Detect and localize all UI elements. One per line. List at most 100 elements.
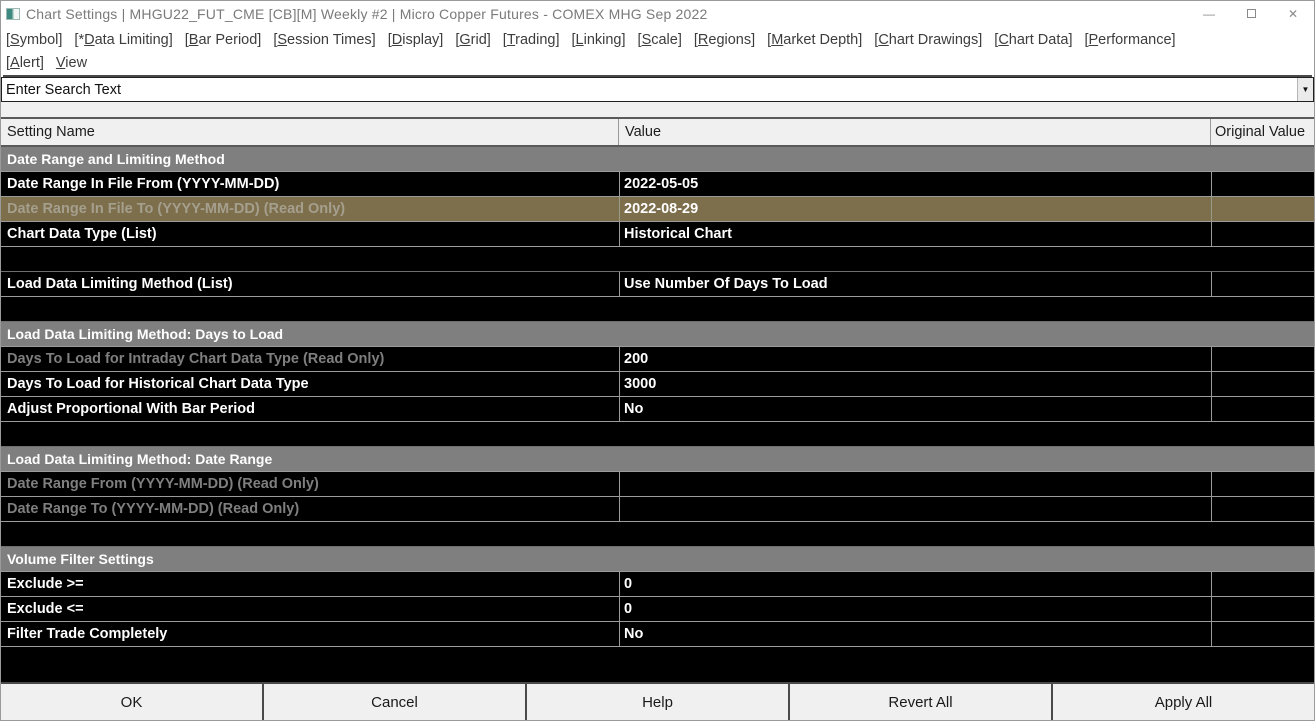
- setting-name-cell: Date Range In File To (YYYY-MM-DD) (Read…: [7, 201, 346, 217]
- setting-name-cell: Exclude >=: [7, 576, 84, 592]
- setting-name-cell: Chart Data Type (List): [7, 226, 157, 242]
- section-header-label: Volume Filter Settings: [7, 551, 154, 567]
- menu-item-chart-data[interactable]: [Chart Data]: [994, 32, 1072, 48]
- setting-value-cell[interactable]: 0: [619, 597, 1211, 621]
- setting-row-exclude[interactable]: Exclude >= 0: [1, 572, 1314, 597]
- chart-settings-window: Chart Settings | MHGU22_FUT_CME [CB][M] …: [0, 0, 1315, 721]
- dialog-button-bar: OK Cancel Help Revert All Apply All: [1, 682, 1314, 720]
- setting-value-cell[interactable]: 2022-08-29: [619, 197, 1211, 221]
- menu-item-performance[interactable]: [Performance]: [1084, 32, 1175, 48]
- search-input[interactable]: [2, 78, 1297, 101]
- menu-item-session-times[interactable]: [Session Times]: [273, 32, 375, 48]
- maximize-icon: [1246, 9, 1256, 18]
- original-value-cell: [1211, 197, 1314, 221]
- setting-row-date-range-in-file-from-yyyy-mm-dd[interactable]: Date Range In File From (YYYY-MM-DD) 2022…: [1, 172, 1314, 197]
- titlebar: Chart Settings | MHGU22_FUT_CME [CB][M] …: [1, 1, 1314, 26]
- setting-row-load-data-limiting-method-list[interactable]: Load Data Limiting Method (List) Use Numb…: [1, 272, 1314, 297]
- setting-value-cell[interactable]: 200: [619, 347, 1211, 371]
- empty-row: [1, 422, 1314, 447]
- setting-name-cell: Days To Load for Historical Chart Data T…: [7, 376, 309, 392]
- setting-value-cell[interactable]: [619, 497, 1211, 521]
- column-header-setting-name: Setting Name: [1, 119, 619, 145]
- setting-row-chart-data-type-list[interactable]: Chart Data Type (List) Historical Chart: [1, 222, 1314, 247]
- menu-item-bar-period[interactable]: [Bar Period]: [185, 32, 262, 48]
- menu-item-linking[interactable]: [Linking]: [572, 32, 626, 48]
- original-value-cell: [1211, 597, 1314, 621]
- setting-name-cell: Load Data Limiting Method (List): [7, 276, 233, 292]
- setting-value-cell[interactable]: No: [619, 622, 1211, 646]
- original-value-cell: [1211, 372, 1314, 396]
- menu-item-grid[interactable]: [Grid]: [455, 32, 490, 48]
- original-value-cell: [1211, 172, 1314, 196]
- menu-item-view[interactable]: View: [56, 55, 87, 71]
- setting-row-date-range-in-file-to-yyyy-mm-dd-read-only[interactable]: Date Range In File To (YYYY-MM-DD) (Read…: [1, 197, 1314, 222]
- setting-name-cell: Date Range In File From (YYYY-MM-DD): [7, 176, 280, 192]
- setting-name-cell: Filter Trade Completely: [7, 626, 168, 642]
- search-dropdown-button[interactable]: ▼: [1297, 78, 1313, 101]
- menu-bar: [Symbol] [*Data Limiting] [Bar Period] [Ses…: [1, 26, 1314, 77]
- menu-item-alert[interactable]: [Alert]: [6, 55, 44, 71]
- help-button[interactable]: Help: [525, 684, 788, 720]
- minimize-icon: —: [1203, 6, 1215, 21]
- menu-item-regions[interactable]: [Regions]: [694, 32, 755, 48]
- app-icon: [6, 7, 20, 20]
- revert-all-button[interactable]: Revert All: [788, 684, 1051, 720]
- setting-row-days-to-load-for-historical-chart-data-type[interactable]: Days To Load for Historical Chart Data T…: [1, 372, 1314, 397]
- menu-item-data-limiting[interactable]: [*Data Limiting]: [74, 32, 172, 48]
- ok-button[interactable]: OK: [1, 684, 262, 720]
- setting-row-date-range-to-yyyy-mm-dd-read-only[interactable]: Date Range To (YYYY-MM-DD) (Read Only): [1, 497, 1314, 522]
- menu-row-2: [Alert] View: [3, 51, 1312, 74]
- original-value-cell: [1211, 397, 1314, 421]
- section-header-label: Date Range and Limiting Method: [7, 151, 225, 167]
- apply-all-button[interactable]: Apply All: [1051, 684, 1314, 720]
- section-header-row-load-data-limiting-method-days-to-load: Load Data Limiting Method: Days to Load: [1, 322, 1314, 347]
- menu-item-display[interactable]: [Display]: [388, 32, 444, 48]
- window-controls: — ✕: [1188, 1, 1314, 26]
- search-combobox: ▼: [1, 77, 1314, 102]
- original-value-cell: [1211, 347, 1314, 371]
- section-header-row-load-data-limiting-method-date-range: Load Data Limiting Method: Date Range: [1, 447, 1314, 472]
- original-value-cell: [1211, 222, 1314, 246]
- setting-row-date-range-from-yyyy-mm-dd-read-only[interactable]: Date Range From (YYYY-MM-DD) (Read Only): [1, 472, 1314, 497]
- setting-name-cell: Date Range From (YYYY-MM-DD) (Read Only): [7, 476, 319, 492]
- setting-row-exclude[interactable]: Exclude <= 0: [1, 597, 1314, 622]
- section-header-row-volume-filter-settings: Volume Filter Settings: [1, 547, 1314, 572]
- setting-row-filter-trade-completely[interactable]: Filter Trade Completely No: [1, 622, 1314, 647]
- settings-table: Date Range and Limiting Method Date Range…: [1, 147, 1314, 682]
- close-icon: ✕: [1287, 6, 1299, 21]
- cancel-button[interactable]: Cancel: [262, 684, 525, 720]
- menu-item-scale[interactable]: [Scale]: [638, 32, 682, 48]
- empty-row: [1, 297, 1314, 322]
- setting-row-adjust-proportional-with-bar-period[interactable]: Adjust Proportional With Bar Period No: [1, 397, 1314, 422]
- setting-name-cell: Date Range To (YYYY-MM-DD) (Read Only): [7, 501, 300, 517]
- empty-row: [1, 247, 1314, 272]
- original-value-cell: [1211, 622, 1314, 646]
- column-header-value: Value: [619, 119, 1211, 145]
- setting-name-cell: Adjust Proportional With Bar Period: [7, 401, 255, 417]
- menu-item-trading[interactable]: [Trading]: [503, 32, 560, 48]
- menu-item-chart-drawings[interactable]: [Chart Drawings]: [874, 32, 982, 48]
- original-value-cell: [1211, 472, 1314, 496]
- setting-value-cell[interactable]: 2022-05-05: [619, 172, 1211, 196]
- minimize-button[interactable]: —: [1188, 1, 1230, 26]
- column-header-original-value: Original Value: [1215, 124, 1306, 140]
- empty-row: [1, 522, 1314, 547]
- window-title: Chart Settings | MHGU22_FUT_CME [CB][M] …: [26, 5, 708, 22]
- table-header: Setting Name Value Original Value: [1, 117, 1314, 147]
- menu-item-market-depth[interactable]: [Market Depth]: [767, 32, 862, 48]
- section-header-row-date-range-and-limiting-method: Date Range and Limiting Method: [1, 147, 1314, 172]
- setting-value-cell[interactable]: No: [619, 397, 1211, 421]
- setting-row-days-to-load-for-intraday-chart-data-type-read-only[interactable]: Days To Load for Intraday Chart Data Typ…: [1, 347, 1314, 372]
- setting-value-cell[interactable]: Use Number Of Days To Load: [619, 272, 1211, 296]
- setting-value-cell[interactable]: [619, 472, 1211, 496]
- close-button[interactable]: ✕: [1272, 1, 1314, 26]
- section-header-label: Load Data Limiting Method: Date Range: [7, 451, 273, 467]
- menu-item-symbol[interactable]: [Symbol]: [6, 32, 62, 48]
- setting-value-cell[interactable]: 0: [619, 572, 1211, 596]
- chevron-down-icon: ▼: [1301, 85, 1310, 94]
- setting-value-cell[interactable]: Historical Chart: [619, 222, 1211, 246]
- table-filler: [1, 647, 1314, 682]
- setting-value-cell[interactable]: 3000: [619, 372, 1211, 396]
- maximize-button[interactable]: [1230, 1, 1272, 26]
- menu-row-1: [Symbol] [*Data Limiting] [Bar Period] [Ses…: [3, 28, 1312, 51]
